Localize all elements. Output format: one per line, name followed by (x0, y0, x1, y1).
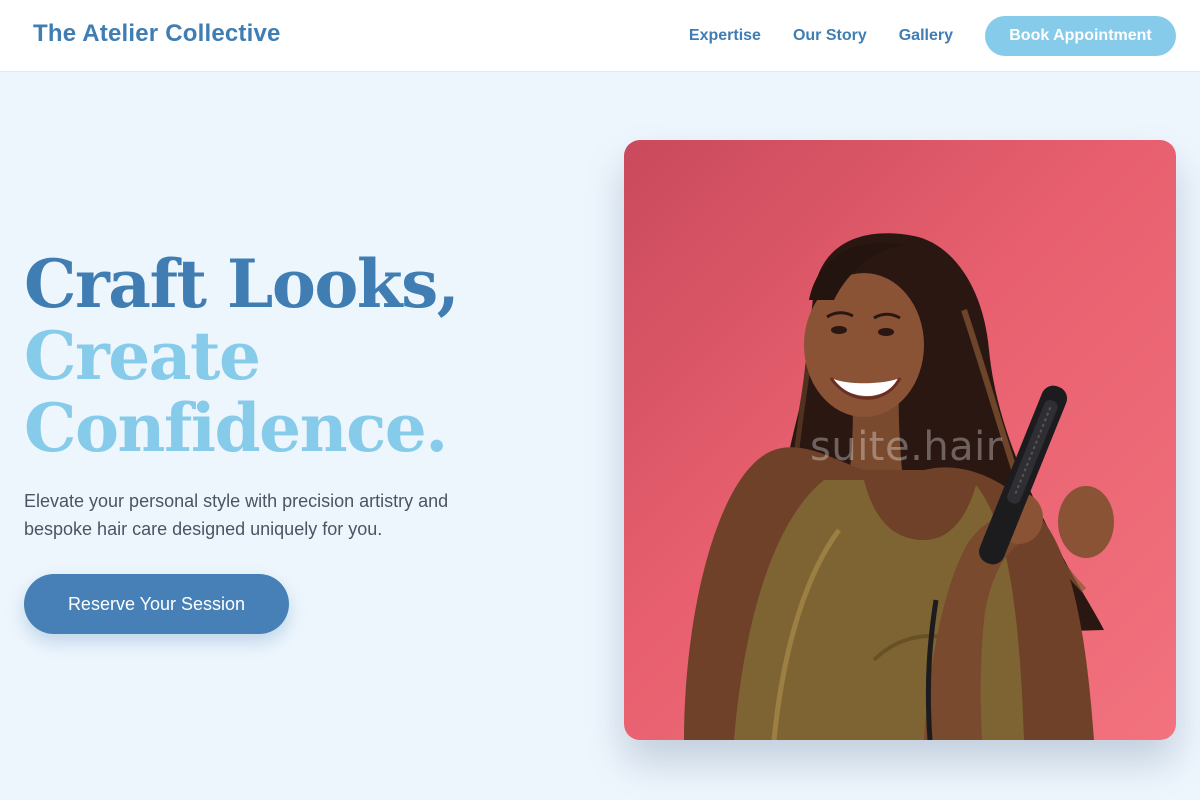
main-nav: Expertise Our Story Gallery Book Appoint… (689, 16, 1176, 56)
nav-link-expertise[interactable]: Expertise (689, 27, 761, 45)
headline-line-3: Confidence. (24, 389, 448, 467)
headline-line-1: Craft Looks, (24, 245, 460, 323)
headline-line-2: Create (24, 317, 261, 395)
brand-logo-text[interactable]: The Atelier Collective (33, 20, 281, 48)
hero-subtitle: Elevate your personal style with precisi… (24, 491, 449, 539)
hero-image: suite.hair (624, 140, 1176, 740)
image-watermark: suite.hair (810, 424, 1003, 470)
nav-link-gallery[interactable]: Gallery (899, 27, 953, 45)
hero-headline: Craft Looks, Create Confidence. (24, 245, 460, 467)
site-header: The Atelier Collective Expertise Our Sto… (0, 0, 1200, 72)
nav-link-our-story[interactable]: Our Story (793, 27, 867, 45)
reserve-session-button[interactable]: Reserve Your Session (24, 574, 289, 634)
book-appointment-button[interactable]: Book Appointment (985, 16, 1176, 56)
